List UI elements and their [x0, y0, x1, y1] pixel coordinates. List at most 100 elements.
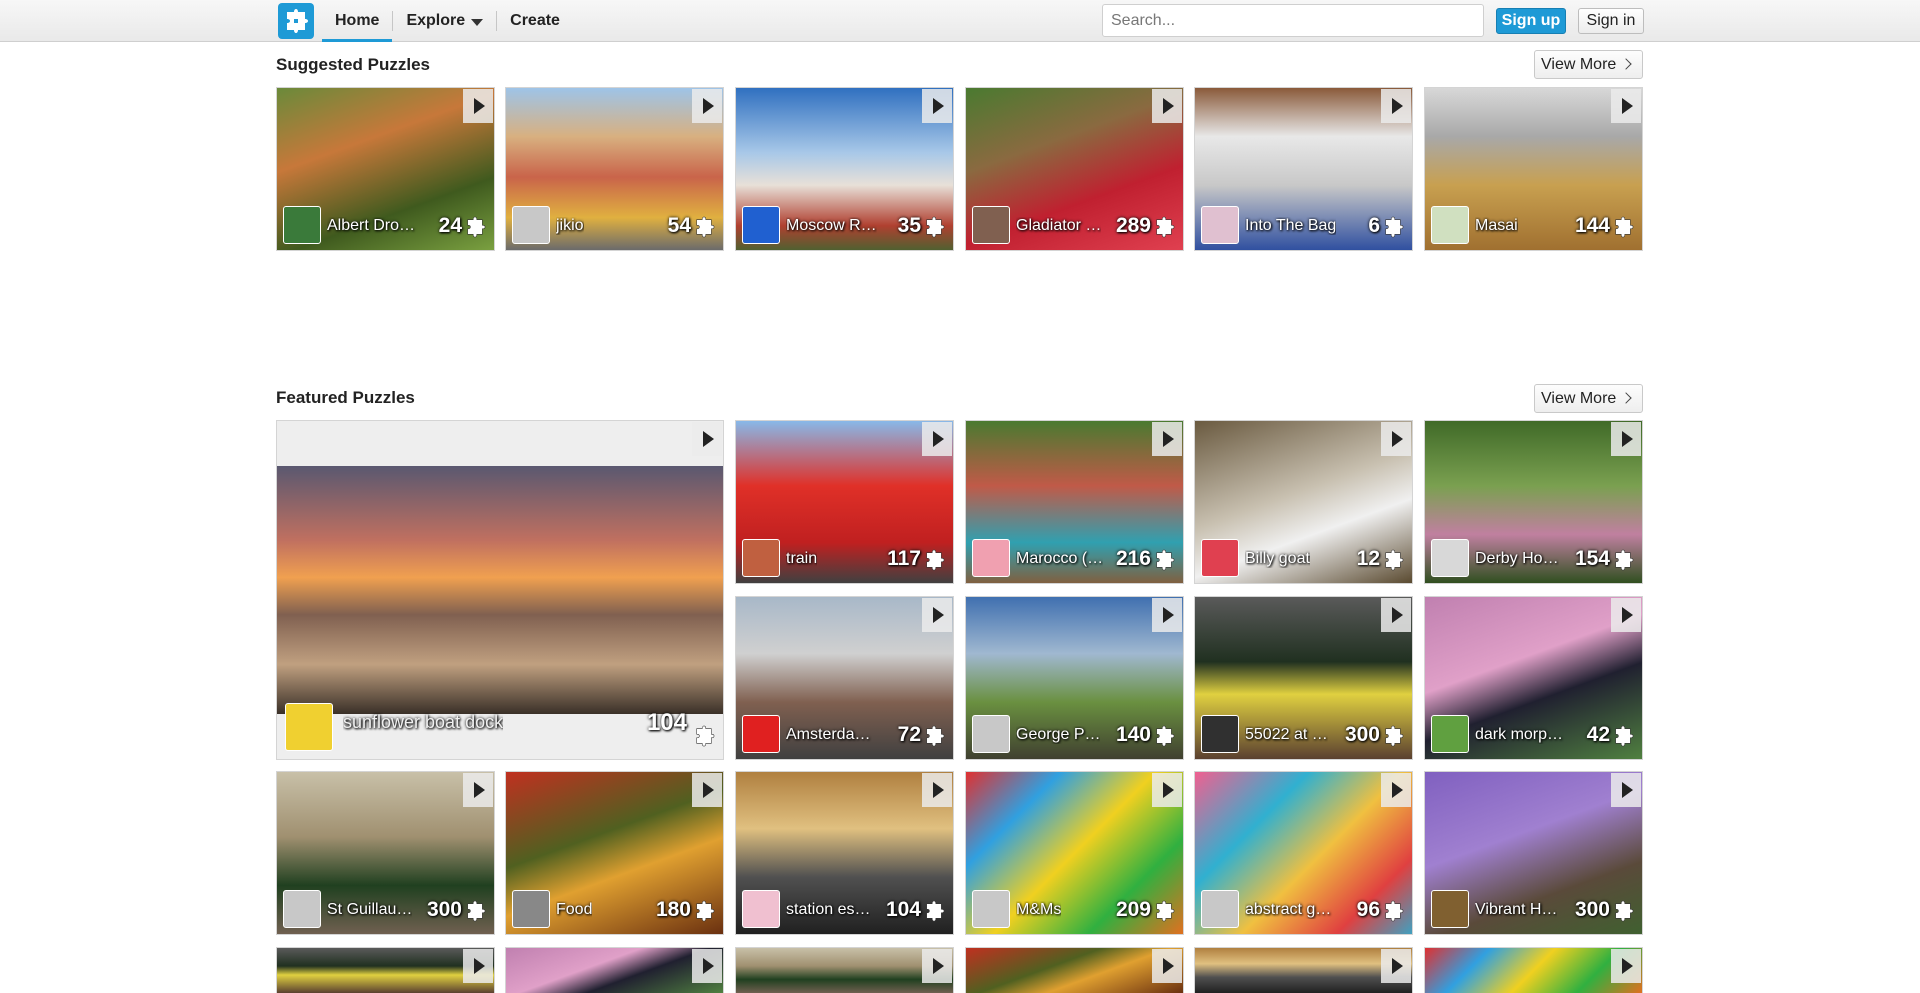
puzzle-tile[interactable]	[505, 947, 724, 993]
play-icon[interactable]	[922, 422, 952, 456]
puzzle-piece-icon	[696, 900, 715, 922]
play-icon[interactable]	[1611, 949, 1641, 983]
puzzle-tile[interactable]: Marocco (… 216	[965, 420, 1184, 584]
puzzle-tile[interactable]: Gladiator … 289	[965, 87, 1184, 251]
play-icon[interactable]	[922, 949, 952, 983]
puzzle-tile[interactable]: Derby Ho… 154	[1424, 420, 1643, 584]
puzzle-tile[interactable]: sunflower boat dock 104	[276, 420, 724, 760]
play-icon[interactable]	[1152, 89, 1182, 123]
play-icon[interactable]	[1611, 89, 1641, 123]
play-icon[interactable]	[463, 949, 493, 983]
play-icon[interactable]	[463, 89, 493, 123]
puzzle-piece-icon	[926, 216, 945, 238]
avatar[interactable]	[1431, 206, 1469, 244]
puzzle-tile[interactable]: train 117	[735, 420, 954, 584]
play-icon[interactable]	[1152, 773, 1182, 807]
puzzle-tile[interactable]	[735, 947, 954, 993]
nav-explore[interactable]: Explore	[393, 0, 496, 42]
puzzle-piece-icon	[926, 900, 945, 922]
avatar[interactable]	[972, 206, 1010, 244]
play-icon[interactable]	[1611, 773, 1641, 807]
puzzle-tile[interactable]: Albert Dros… 24	[276, 87, 495, 251]
tile-info: Albert Dros… 24	[277, 200, 494, 250]
play-icon[interactable]	[1381, 422, 1411, 456]
puzzle-tile[interactable]	[1424, 947, 1643, 993]
avatar[interactable]	[512, 206, 550, 244]
suggested-view-more-button[interactable]: View More	[1534, 50, 1643, 79]
avatar[interactable]	[1201, 715, 1239, 753]
puzzle-title: Amsterdam…	[786, 726, 881, 743]
puzzle-tile[interactable]: St Guillau… 300	[276, 771, 495, 935]
avatar[interactable]	[1201, 539, 1239, 577]
puzzle-tile[interactable]: abstract ge… 96	[1194, 771, 1413, 935]
puzzle-tile[interactable]	[1194, 947, 1413, 993]
avatar[interactable]	[972, 715, 1010, 753]
tile-info: Masai 144	[1425, 200, 1642, 250]
avatar[interactable]	[972, 539, 1010, 577]
tile-info: Marocco (… 216	[966, 533, 1183, 583]
play-icon[interactable]	[1152, 598, 1182, 632]
avatar[interactable]	[283, 206, 321, 244]
avatar[interactable]	[1431, 890, 1469, 928]
avatar[interactable]	[742, 539, 780, 577]
avatar[interactable]	[512, 890, 550, 928]
puzzle-tile[interactable]: Food 180	[505, 771, 724, 935]
puzzle-piece-icon	[926, 725, 945, 747]
play-icon[interactable]	[463, 773, 493, 807]
puzzle-tile[interactable]: Vibrant H… 300	[1424, 771, 1643, 935]
avatar[interactable]	[742, 890, 780, 928]
avatar[interactable]	[742, 715, 780, 753]
puzzle-title: 55022 at …	[1245, 726, 1328, 743]
play-icon[interactable]	[1611, 422, 1641, 456]
play-icon[interactable]	[1381, 89, 1411, 123]
sign-up-button[interactable]: Sign up	[1496, 8, 1566, 34]
avatar[interactable]	[285, 703, 333, 751]
puzzle-tile[interactable]: 55022 at … 300	[1194, 596, 1413, 760]
avatar[interactable]	[1431, 715, 1469, 753]
puzzle-tile[interactable]: M&Ms 209	[965, 771, 1184, 935]
avatar[interactable]	[742, 206, 780, 244]
sign-in-button[interactable]: Sign in	[1578, 8, 1644, 34]
puzzle-piece-icon	[1385, 216, 1404, 238]
puzzle-tile[interactable]	[276, 947, 495, 993]
puzzle-tile[interactable]: station es… 104	[735, 771, 954, 935]
play-icon[interactable]	[692, 949, 722, 983]
play-icon[interactable]	[922, 598, 952, 632]
puzzle-piece-icon	[926, 549, 945, 571]
play-icon[interactable]	[1381, 773, 1411, 807]
puzzle-piece-icon	[1615, 900, 1634, 922]
nav-home[interactable]: Home	[322, 0, 393, 42]
puzzle-piece-icon	[467, 900, 486, 922]
play-icon[interactable]	[1381, 949, 1411, 983]
jigsaw-logo-icon[interactable]	[278, 3, 314, 39]
puzzle-tile[interactable]: jikio 54	[505, 87, 724, 251]
play-icon[interactable]	[692, 773, 722, 807]
tile-info: M&Ms 209	[966, 884, 1183, 934]
puzzle-tile[interactable]: Billy goat 12	[1194, 420, 1413, 584]
avatar[interactable]	[283, 890, 321, 928]
nav-create[interactable]: Create	[497, 0, 573, 42]
play-icon[interactable]	[922, 89, 952, 123]
play-icon[interactable]	[692, 422, 722, 456]
puzzle-tile[interactable]: Moscow R… 35	[735, 87, 954, 251]
play-icon[interactable]	[922, 773, 952, 807]
avatar[interactable]	[972, 890, 1010, 928]
avatar[interactable]	[1201, 206, 1239, 244]
puzzle-tile[interactable]: Masai 144	[1424, 87, 1643, 251]
piece-count: 96	[1356, 898, 1380, 921]
avatar[interactable]	[1431, 539, 1469, 577]
puzzle-piece-icon	[1156, 725, 1175, 747]
avatar[interactable]	[1201, 890, 1239, 928]
play-icon[interactable]	[1381, 598, 1411, 632]
puzzle-tile[interactable]: Amsterdam… 72	[735, 596, 954, 760]
play-icon[interactable]	[1611, 598, 1641, 632]
puzzle-tile[interactable]: Into The Bag 6	[1194, 87, 1413, 251]
puzzle-tile[interactable]	[965, 947, 1184, 993]
play-icon[interactable]	[1152, 949, 1182, 983]
featured-view-more-button[interactable]: View More	[1534, 384, 1643, 413]
puzzle-tile[interactable]: dark morph… 42	[1424, 596, 1643, 760]
search-input[interactable]	[1102, 4, 1484, 37]
play-icon[interactable]	[1152, 422, 1182, 456]
play-icon[interactable]	[692, 89, 722, 123]
puzzle-tile[interactable]: George P… 140	[965, 596, 1184, 760]
